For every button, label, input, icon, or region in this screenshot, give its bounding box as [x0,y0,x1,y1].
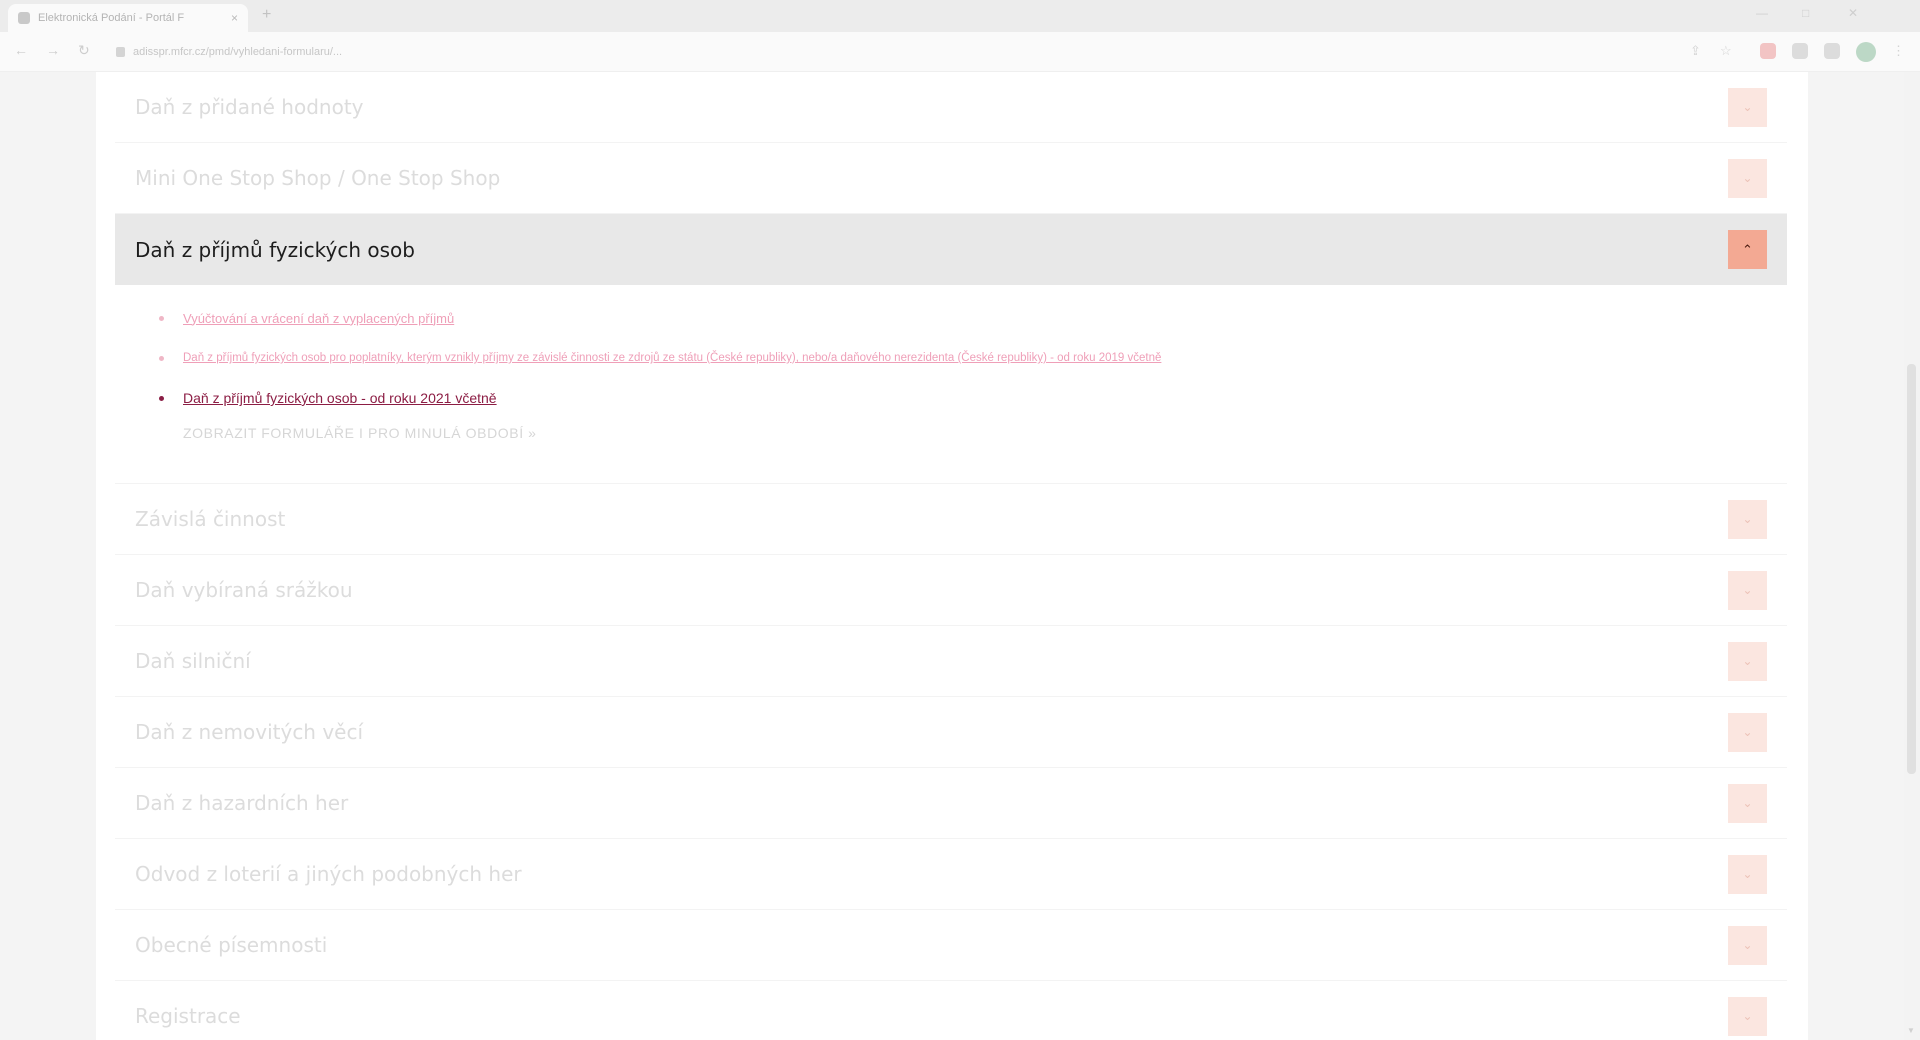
bullet-icon [159,315,164,321]
accordion-item[interactable]: Daň z nemovitých věcí ⌄ [115,697,1787,768]
browser-tab[interactable]: Elektronická Podání - Portál F × [8,4,248,32]
chevron-down-icon[interactable]: ⌄ [1728,854,1767,894]
accordion-title: Daň z hazardních her [135,791,349,815]
chevron-down-icon[interactable]: ⌄ [1728,87,1767,127]
chevron-down-icon[interactable]: ⌄ [1728,641,1767,681]
accordion-item[interactable]: Registrace ⌄ [115,981,1787,1040]
minimize-icon[interactable]: — [1756,6,1768,20]
reload-icon[interactable]: ↻ [78,42,90,59]
chevron-down-icon[interactable]: ⌄ [1728,712,1767,752]
accordion-panel: Vyúčtování a vrácení daň z vyplacených p… [115,285,1787,484]
menu-dots-icon[interactable]: ⋮ [1892,43,1905,59]
accordion-title: Závislá činnost [135,507,286,531]
browser-tabstrip: Elektronická Podání - Portál F × + — □ ✕ [0,0,1920,32]
accordion-title: Mini One Stop Shop / One Stop Shop [135,166,501,190]
browser-toolbar: ← → ↻ adisspr.mfcr.cz/pmd/vyhledani-form… [0,32,1920,72]
new-tab-icon[interactable]: + [262,6,271,24]
accordion-item[interactable]: Obecné písemnosti ⌄ [115,910,1787,981]
url-text: adisspr.mfcr.cz/pmd/vyhledani-formularu/… [133,46,343,58]
form-accordion: Daň z přidané hodnoty ⌄ Mini One Stop Sh… [115,72,1787,1040]
tab-close-icon[interactable]: × [231,11,238,25]
extension-icon[interactable] [1792,43,1808,59]
form-link[interactable]: Daň z příjmů fyzických osob pro poplatní… [183,352,1161,364]
accordion-title: Daň z přidané hodnoty [135,95,364,119]
accordion-item-open[interactable]: Daň z příjmů fyzických osob ⌃ [115,214,1787,285]
address-bar[interactable]: adisspr.mfcr.cz/pmd/vyhledani-formularu/… [106,38,1746,66]
accordion-item[interactable]: Mini One Stop Shop / One Stop Shop ⌄ [115,143,1787,214]
tab-title: Elektronická Podání - Portál F [38,12,185,24]
list-item: Daň z příjmů fyzických osob pro poplatní… [159,349,1787,367]
accordion-item[interactable]: Daň z přidané hodnoty ⌄ [115,72,1787,143]
list-item: Vyúčtování a vrácení daň z vyplacených p… [159,309,1787,327]
form-link[interactable]: Vyúčtování a vrácení daň z vyplacených p… [183,311,454,326]
accordion-item[interactable]: Daň z hazardních her ⌄ [115,768,1787,839]
scrollbar-thumb[interactable] [1907,364,1916,774]
page-content: Daň z přidané hodnoty ⌄ Mini One Stop Sh… [96,72,1808,1040]
page-viewport: Daň z přidané hodnoty ⌄ Mini One Stop Sh… [0,72,1920,1040]
back-icon[interactable]: ← [14,42,28,58]
bullet-icon [159,395,164,401]
lock-icon [116,47,125,57]
form-link-active[interactable]: Daň z příjmů fyzických osob - od roku 20… [183,390,497,406]
chevron-down-icon[interactable]: ⌄ [1728,499,1767,539]
chevron-down-icon[interactable]: ⌄ [1728,158,1767,198]
accordion-title: Daň vybíraná srážkou [135,578,353,602]
list-item: Daň z příjmů fyzických osob - od roku 20… [159,389,1787,407]
share-icon[interactable]: ⇪ [1690,43,1701,59]
chevron-down-icon[interactable]: ⌄ [1728,925,1767,965]
accordion-title: Daň silniční [135,649,251,673]
accordion-title: Daň z příjmů fyzických osob [135,237,415,262]
scroll-down-icon[interactable]: ▼ [1907,1026,1915,1035]
accordion-title: Obecné písemnosti [135,933,328,957]
accordion-title: Registrace [135,1004,241,1028]
maximize-icon[interactable]: □ [1802,6,1809,20]
accordion-item[interactable]: Daň vybíraná srážkou ⌄ [115,555,1787,626]
bullet-icon [159,355,164,361]
extension-icon[interactable] [1760,43,1776,59]
chevron-down-icon[interactable]: ⌄ [1728,570,1767,610]
bookmark-star-icon[interactable]: ☆ [1720,43,1732,59]
favicon-icon [18,12,30,24]
form-link-list: Vyúčtování a vrácení daň z vyplacených p… [159,309,1787,407]
forward-icon[interactable]: → [46,42,60,58]
avatar[interactable] [1856,42,1876,62]
show-past-forms-link[interactable]: ZOBRAZIT FORMULÁŘE I PRO MINULÁ OBDOBÍ » [183,425,1787,441]
accordion-item[interactable]: Závislá činnost ⌄ [115,484,1787,555]
chevron-down-icon[interactable]: ⌄ [1728,996,1767,1036]
chevron-down-icon[interactable]: ⌄ [1728,783,1767,823]
accordion-title: Daň z nemovitých věcí [135,720,364,744]
accordion-item[interactable]: Daň silniční ⌄ [115,626,1787,697]
accordion-title: Odvod z loterií a jiných podobných her [135,862,522,886]
window-close-icon[interactable]: ✕ [1848,6,1858,20]
accordion-item[interactable]: Odvod z loterií a jiných podobných her ⌄ [115,839,1787,910]
puzzle-icon[interactable] [1824,43,1840,59]
chevron-up-icon[interactable]: ⌃ [1728,230,1767,269]
